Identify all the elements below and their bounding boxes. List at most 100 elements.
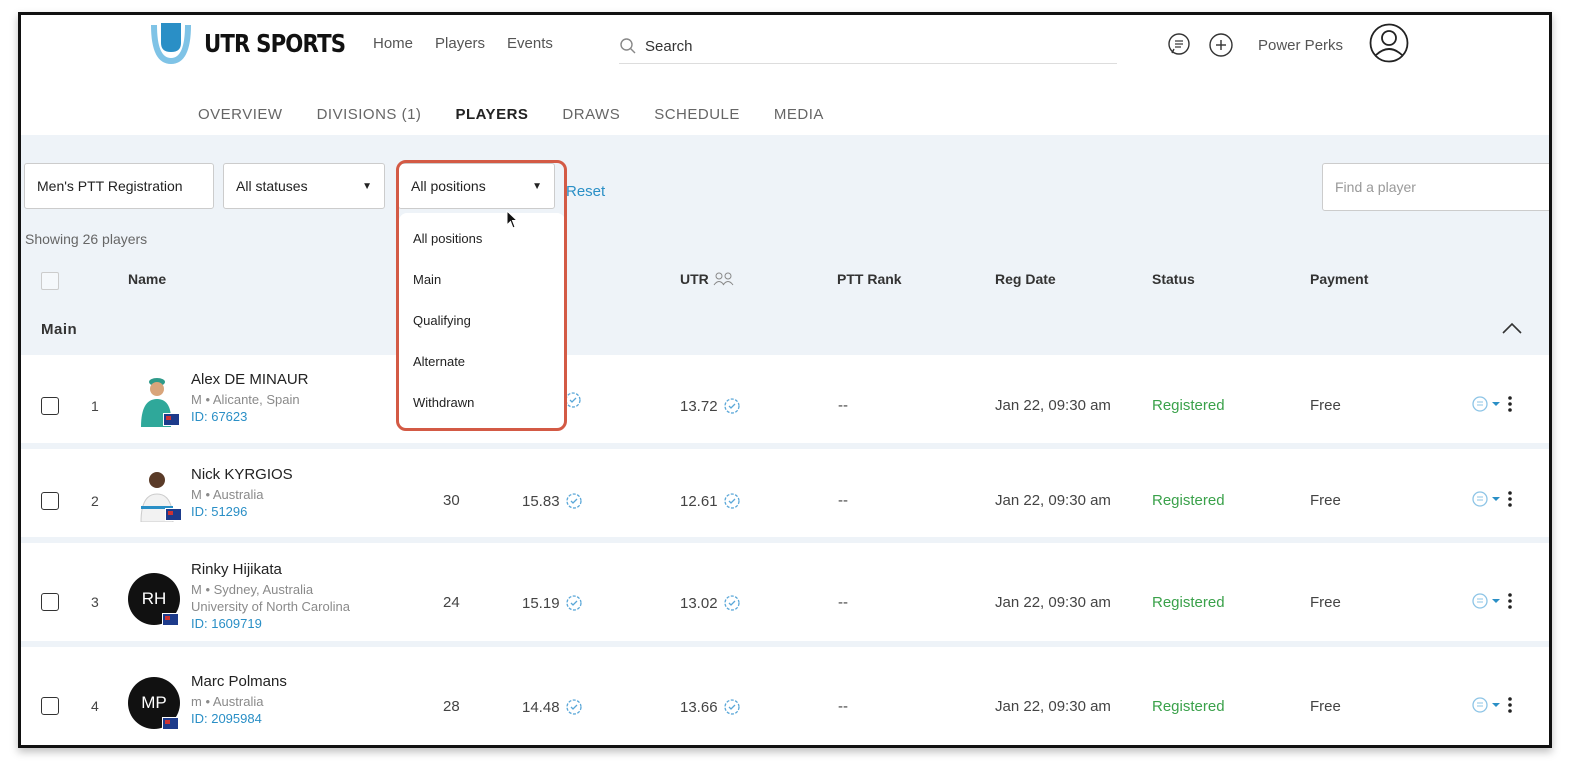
player-row[interactable]: 2 Nick KYRGIOS M • Australia ID: 51296 3…: [21, 443, 1549, 543]
row-actions: [1471, 395, 1513, 413]
option-qualifying[interactable]: Qualifying: [413, 313, 471, 328]
utr-singles-value: 15.19: [522, 594, 560, 612]
reg-date: Jan 22, 09:30 am: [995, 698, 1111, 715]
utr-doubles: 13.02: [680, 594, 741, 612]
player-id[interactable]: ID: 67623: [191, 409, 247, 424]
row-number: 4: [91, 698, 99, 714]
player-location: M • Alicante, Spain: [191, 392, 300, 407]
message-dropdown-icon[interactable]: [1471, 395, 1503, 413]
row-number: 3: [91, 594, 99, 610]
reset-link[interactable]: Reset: [566, 183, 605, 200]
message-dropdown-icon[interactable]: [1471, 490, 1503, 508]
verified-icon: [565, 493, 582, 509]
row-actions: [1471, 696, 1513, 714]
player-row[interactable]: 3 RH Rinky Hijikata M • Sydney, Australi…: [21, 537, 1549, 647]
utr-singles: 15.83: [522, 492, 583, 510]
search-icon: [620, 38, 636, 54]
player-name[interactable]: Alex DE MINAUR: [191, 371, 309, 388]
player-row[interactable]: 4 MP Marc Polmans m • Australia ID: 2095…: [21, 641, 1549, 745]
app-window: UTR SPORTS Home Players Events Search Po…: [18, 12, 1552, 748]
payment: Free: [1310, 594, 1341, 611]
option-withdrawn[interactable]: Withdrawn: [413, 395, 474, 410]
caret-down-icon: ▼: [362, 180, 372, 192]
user-avatar-icon[interactable]: [1369, 23, 1409, 67]
col-reg-date[interactable]: Reg Date: [995, 271, 1056, 287]
payment: Free: [1310, 698, 1341, 715]
utr-doubles: 12.61: [680, 492, 741, 510]
more-options-icon[interactable]: [1507, 395, 1513, 413]
col-status[interactable]: Status: [1152, 271, 1195, 287]
ptt-rank: --: [838, 492, 848, 509]
select-all-checkbox[interactable]: [41, 272, 59, 290]
doubles-icon: [713, 272, 734, 286]
utr-doubles-value: 13.72: [680, 397, 718, 415]
player-id[interactable]: ID: 2095984: [191, 711, 262, 726]
avatar-initials: MP: [141, 693, 167, 712]
verified-icon: [723, 493, 740, 509]
position-select[interactable]: All positions ▼: [398, 163, 555, 209]
row-number: 2: [91, 493, 99, 509]
utr-doubles: 13.66: [680, 698, 741, 716]
verified-icon: [723, 699, 740, 715]
nav-players[interactable]: Players: [435, 35, 485, 52]
verified-icon: [565, 699, 582, 715]
utr-singles: 14.48: [522, 698, 583, 716]
col-payment[interactable]: Payment: [1310, 271, 1368, 287]
flag-icon: [162, 717, 179, 730]
more-options-icon[interactable]: [1507, 696, 1513, 714]
player-id[interactable]: ID: 51296: [191, 504, 247, 519]
ptt-rank: --: [838, 594, 848, 611]
player-location: M • Sydney, Australia: [191, 582, 314, 597]
verified-icon: [723, 595, 740, 611]
ptt-rank: --: [838, 698, 848, 715]
player-age: 28: [443, 698, 460, 715]
option-all-positions[interactable]: All positions: [413, 231, 482, 246]
caret-down-icon: ▼: [532, 180, 542, 192]
option-main[interactable]: Main: [413, 272, 441, 287]
player-id[interactable]: ID: 1609719: [191, 616, 262, 631]
payment: Free: [1310, 397, 1341, 414]
utr-singles: 15.19: [522, 594, 583, 612]
col-ptt-rank[interactable]: PTT Rank: [837, 271, 902, 287]
avatar-initials: RH: [141, 589, 167, 608]
row-checkbox[interactable]: [41, 397, 59, 415]
add-icon[interactable]: [1208, 32, 1234, 58]
player-location: m • Australia: [191, 694, 264, 709]
flag-icon: [163, 413, 180, 426]
utr-singles-value: 14.48: [522, 698, 560, 716]
player-name[interactable]: Rinky Hijikata: [191, 561, 282, 578]
utr-doubles: 13.72: [680, 397, 741, 415]
utr-logo[interactable]: UTR SPORTS: [148, 21, 370, 65]
find-player-placeholder: Find a player: [1335, 179, 1416, 195]
top-nav: Home Players Events: [373, 35, 553, 52]
power-perks-link[interactable]: Power Perks: [1258, 37, 1343, 54]
utr-logo-icon: [151, 23, 191, 65]
col-utr-label: UTR: [680, 271, 709, 287]
search-input[interactable]: Search: [619, 29, 1117, 64]
status-select[interactable]: All statuses ▼: [223, 163, 385, 209]
more-options-icon[interactable]: [1507, 490, 1513, 508]
message-dropdown-icon[interactable]: [1471, 696, 1503, 714]
row-checkbox[interactable]: [41, 697, 59, 715]
search-placeholder: Search: [645, 37, 693, 55]
flag-icon: [165, 508, 182, 521]
row-checkbox[interactable]: [41, 593, 59, 611]
option-alternate[interactable]: Alternate: [413, 354, 465, 369]
status-badge: Registered: [1152, 594, 1225, 611]
message-dropdown-icon[interactable]: [1471, 592, 1503, 610]
nav-events[interactable]: Events: [507, 35, 553, 52]
player-name[interactable]: Marc Polmans: [191, 673, 287, 690]
registration-select[interactable]: Men's PTT Registration: [24, 163, 214, 209]
player-name[interactable]: Nick KYRGIOS: [191, 466, 293, 483]
col-name[interactable]: Name: [128, 271, 166, 287]
nav-home[interactable]: Home: [373, 35, 413, 52]
header-actions: Power Perks: [1166, 23, 1409, 67]
col-utr[interactable]: UTR: [680, 271, 735, 287]
messages-icon[interactable]: [1166, 32, 1192, 58]
find-player-input[interactable]: Find a player: [1322, 163, 1549, 211]
collapse-icon[interactable]: [1501, 321, 1523, 340]
row-checkbox[interactable]: [41, 492, 59, 510]
more-options-icon[interactable]: [1507, 592, 1513, 610]
status-badge: Registered: [1152, 492, 1225, 509]
player-row[interactable]: 1 Alex DE MINAUR M • Alicante, Spain ID:…: [21, 349, 1549, 449]
